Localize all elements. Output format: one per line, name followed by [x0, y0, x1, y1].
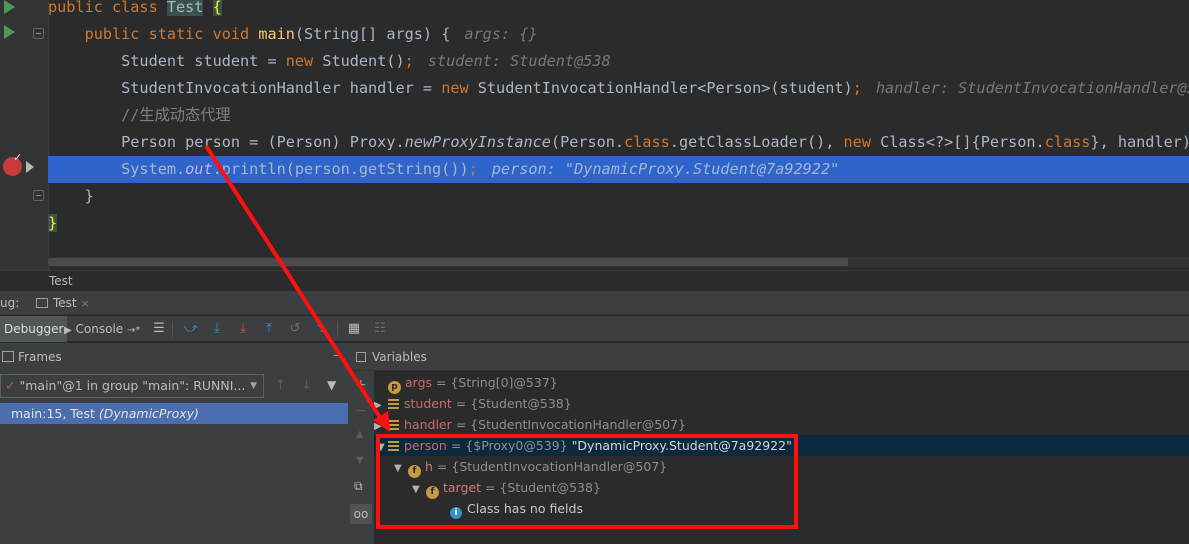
annotation-arrow: [204, 144, 390, 432]
annotation-arrow-line: [204, 144, 385, 424]
annotation-arrow-head: [373, 411, 390, 432]
